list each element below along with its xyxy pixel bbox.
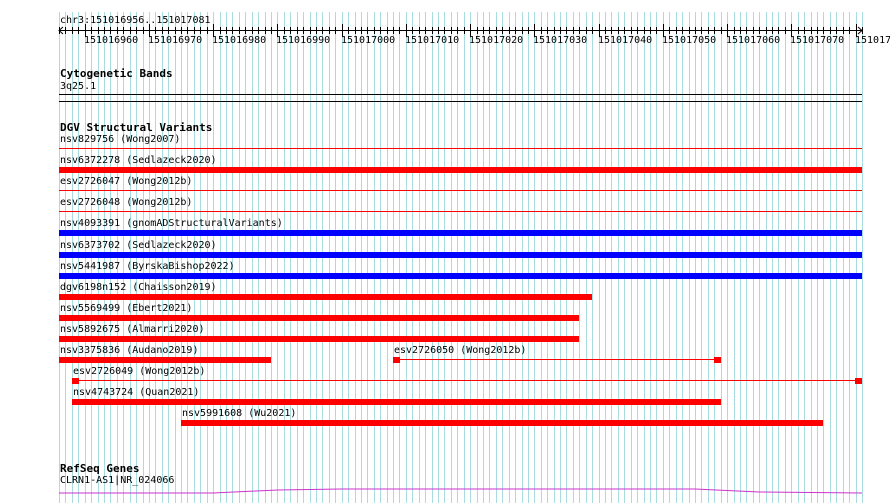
cytoband-bar[interactable] <box>59 94 862 95</box>
sv-feature-bar[interactable] <box>59 167 862 173</box>
ruler-tick-label: 151017000 <box>341 35 396 46</box>
sv-label[interactable]: esv2726048 (Wong2012b) <box>60 197 192 208</box>
ruler-tick-label: 151016980 <box>212 35 267 46</box>
refseq-gene-label[interactable]: CLRN1-AS1|NR_024066 <box>60 475 174 487</box>
sv-feature-line[interactable] <box>59 211 862 212</box>
dgv-track-title[interactable]: DGV Structural Variants <box>60 121 212 134</box>
ruler-tick-label: 151017050 <box>662 35 717 46</box>
sv-feature-bar[interactable] <box>59 357 271 363</box>
ruler-tick-label: 151017010 <box>405 35 460 46</box>
sv-feature-bar[interactable] <box>181 420 823 426</box>
sv-feature-bar[interactable] <box>72 399 721 405</box>
sv-label[interactable]: nsv5892675 (Almarri2020) <box>60 324 205 335</box>
ruler-tick-label: 151017040 <box>598 35 653 46</box>
sv-label[interactable]: nsv3375836 (Audano2019) <box>60 345 198 356</box>
sv-label[interactable]: nsv6373702 (Sedlazeck2020) <box>60 240 217 251</box>
sv-feature-block[interactable] <box>72 378 79 384</box>
sv-feature-bar[interactable] <box>59 294 592 300</box>
genome-browser-view: chr3:151016956..151017081 151016960 15101… <box>0 0 890 503</box>
sv-label[interactable]: dgv6198n152 (Chaisson2019) <box>60 282 217 293</box>
sv-label[interactable]: nsv5991608 (Wu2021) <box>182 408 296 419</box>
ruler-tick-label: 151016970 <box>148 35 203 46</box>
sv-label[interactable]: nsv5441987 (ByrskaBishop2022) <box>60 261 235 272</box>
ruler-tick-label: 151016990 <box>276 35 331 46</box>
sv-label[interactable]: esv2726050 (Wong2012b) <box>394 345 526 356</box>
sv-label[interactable]: nsv829756 (Wong2007) <box>60 134 180 145</box>
sv-feature-line[interactable] <box>72 380 862 381</box>
sv-label[interactable]: esv2726049 (Wong2012b) <box>73 366 205 377</box>
sv-label[interactable]: esv2726047 (Wong2012b) <box>60 176 192 187</box>
cytoband-track-title[interactable]: Cytogenetic Bands <box>60 67 173 80</box>
sv-feature-line[interactable] <box>59 190 862 191</box>
sv-label[interactable]: nsv4743724 (Quan2021) <box>73 387 199 398</box>
sv-feature-line[interactable] <box>393 359 721 360</box>
refseq-gene-line[interactable] <box>59 488 863 494</box>
sv-feature-bar[interactable] <box>59 273 862 279</box>
sv-label[interactable]: nsv5569499 (Ebert2021) <box>60 303 192 314</box>
sv-feature-block[interactable] <box>714 357 721 363</box>
refseq-track-title[interactable]: RefSeq Genes <box>60 462 139 475</box>
ruler-tick-label: 151017080 <box>855 35 890 46</box>
sv-feature-bar[interactable] <box>59 252 862 258</box>
ruler-tick-label: 151017020 <box>469 35 524 46</box>
ruler-tick-label: 151017060 <box>726 35 781 46</box>
grid-line <box>862 12 863 503</box>
sv-feature-line[interactable] <box>59 148 862 149</box>
sv-feature-block[interactable] <box>393 357 400 363</box>
sv-label[interactable]: nsv4093391 (gnomADStructuralVariants) <box>60 218 283 229</box>
sv-feature-bar[interactable] <box>59 336 579 342</box>
track-separator <box>59 101 862 102</box>
sv-feature-bar[interactable] <box>59 315 579 321</box>
ruler-tick-label: 151017070 <box>790 35 845 46</box>
sv-feature-block[interactable] <box>855 378 862 384</box>
cytoband-label[interactable]: 3q25.1 <box>60 81 96 93</box>
sv-feature-bar[interactable] <box>59 230 862 236</box>
sv-label[interactable]: nsv6372278 (Sedlazeck2020) <box>60 155 217 166</box>
ruler-tick-label: 151016960 <box>84 35 139 46</box>
ruler-tick-label: 151017030 <box>533 35 588 46</box>
